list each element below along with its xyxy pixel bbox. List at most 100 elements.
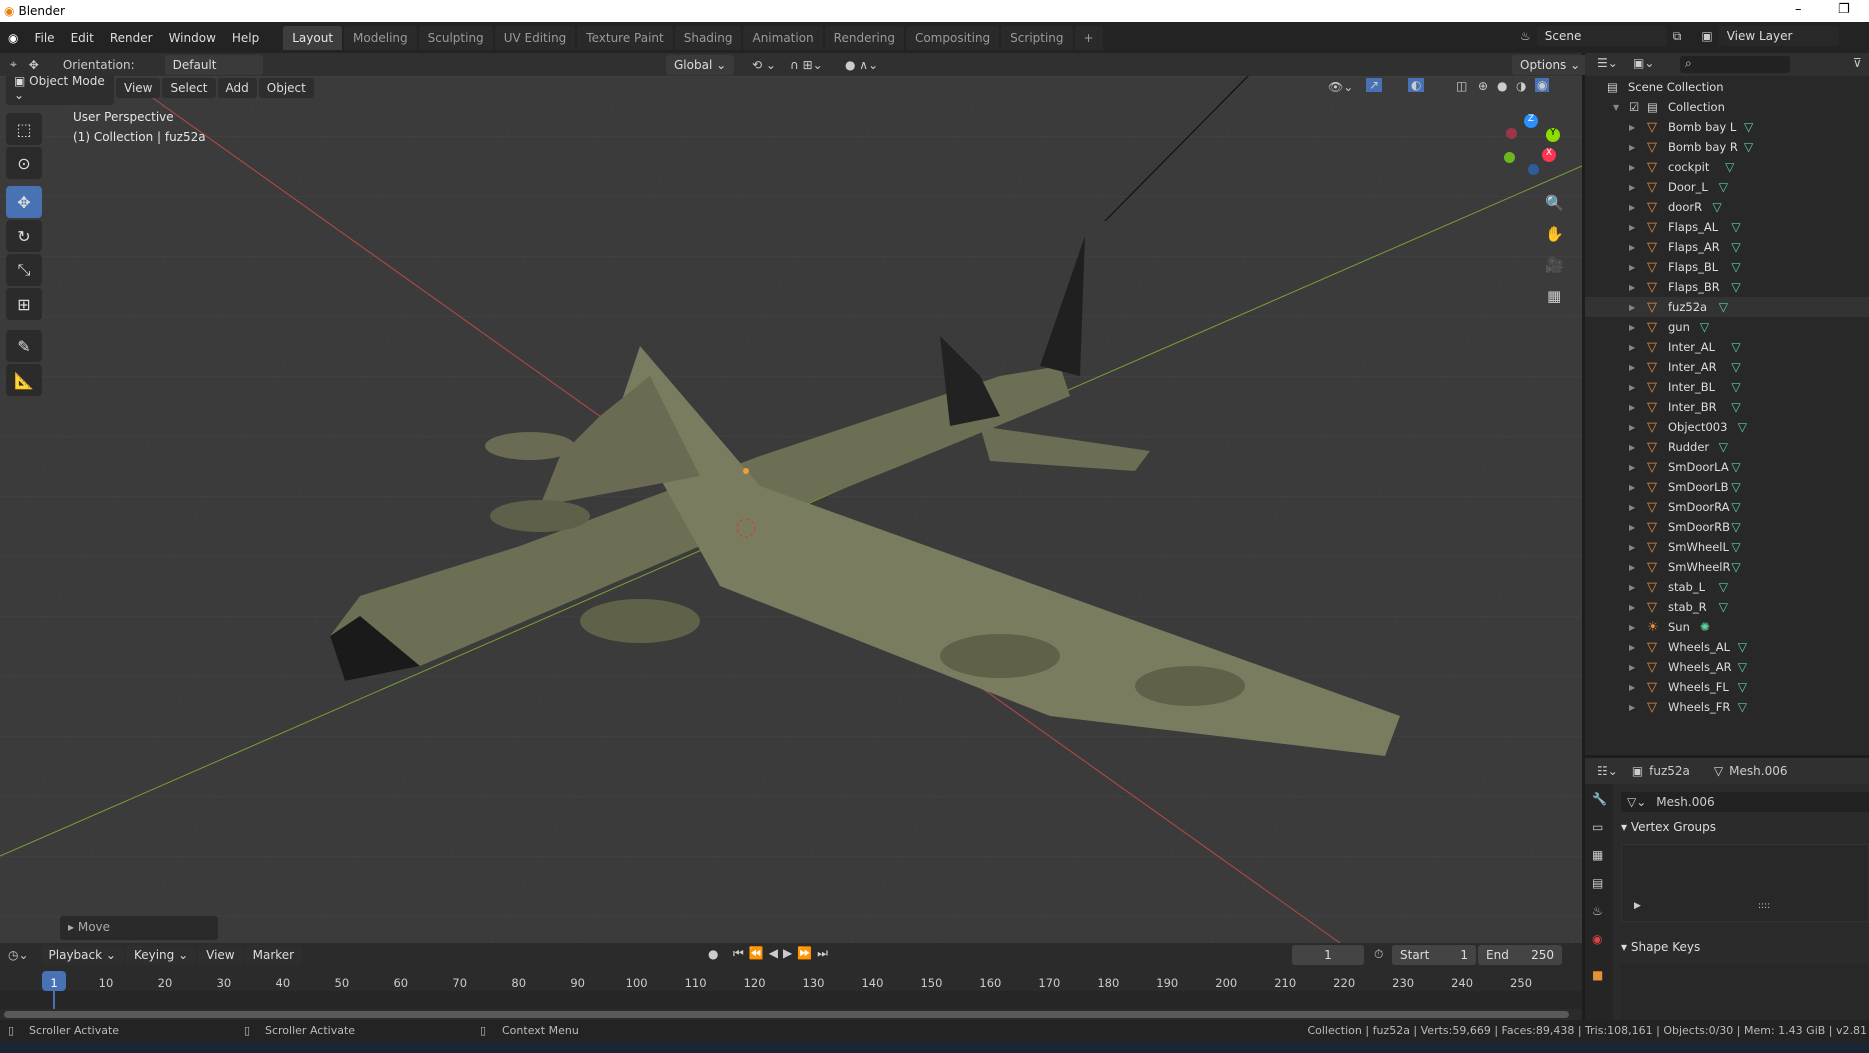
tab-scripting[interactable]: Scripting [1001,25,1073,50]
expand-icon[interactable]: ▶ [1629,463,1635,472]
editor-type-icon[interactable]: ◷⌄ [8,948,29,962]
measure-tool[interactable]: 📐 [6,364,42,396]
mesh-data-icon[interactable]: ▽ [1731,480,1740,494]
restore-button[interactable]: ❐ [1838,2,1850,17]
3d-viewport[interactable]: ▣ Object Mode ⌄ View Select Add Object 👁… [0,76,1582,943]
record-icon[interactable]: ● [708,947,718,961]
expand-icon[interactable]: ▶ [1629,583,1635,592]
outliner-item[interactable]: ▶ ▽ Flaps_BR ▽ [1585,277,1869,297]
transform-tool[interactable]: ⊞ [6,288,42,320]
outliner-item[interactable]: ▶ ▽ stab_L ▽ [1585,577,1869,597]
mesh-data-icon[interactable]: ▽ [1738,640,1747,654]
expand-icon[interactable]: ▶ [1629,303,1635,312]
new-scene-icon[interactable]: ⧉ [1673,29,1682,44]
view-layer-tab-icon[interactable]: ▤ [1592,876,1603,890]
expand-icon[interactable]: ▶ [1629,283,1635,292]
outliner-item[interactable]: ▶ ▽ fuz52a ▽ [1585,297,1869,317]
expand-icon[interactable]: ▶ [1629,223,1635,232]
light-data-icon[interactable]: ✺ [1700,620,1710,634]
blender-menu-icon[interactable]: ◉ [0,31,26,45]
mesh-data-icon[interactable]: ▽ [1731,500,1740,514]
playback-controls[interactable]: ⏮⏪◀▶⏩⏭ [733,946,833,961]
mesh-data-icon[interactable]: ▽ [1738,700,1747,714]
menu-keying[interactable]: Keying ⌄ [125,945,197,965]
mesh-datablock-field[interactable]: ▽⌄ Mesh.006 [1621,792,1869,812]
outliner-item[interactable]: ▶ ▽ Door_L ▽ [1585,177,1869,197]
menu-playback[interactable]: Playback ⌄ [40,945,124,965]
menu-file[interactable]: File [26,31,62,45]
outliner-item[interactable]: ▶ ▽ Flaps_BL ▽ [1585,257,1869,277]
outliner-item[interactable]: ▶ ▽ Wheels_AR ▽ [1585,657,1869,677]
expand-icon[interactable]: ▶ [1629,643,1635,652]
outliner-item[interactable]: ▶ ▽ SmDoorRB ▽ [1585,517,1869,537]
outliner-item[interactable]: ▶ ▽ stab_R ▽ [1585,597,1869,617]
gizmo-toggle-icon[interactable]: ↗ [1366,78,1383,92]
overlay-toggle-icon[interactable]: ◐ [1408,78,1425,92]
end-frame-field[interactable]: End 250 [1478,945,1562,965]
mesh-data-icon[interactable]: ▽ [1719,580,1728,594]
scale-tool[interactable]: ⤡ [6,254,42,286]
minimize-button[interactable]: – [1795,2,1802,17]
mesh-data-icon[interactable]: ▽ [1719,180,1728,194]
menu-window[interactable]: Window [161,31,224,45]
collection-row[interactable]: ▼ ☑ ▤ Collection [1585,97,1869,117]
expand-icon[interactable]: ▶ [1629,323,1635,332]
shape-keys-panel-header[interactable]: ▾ Shape Keys [1621,940,1700,954]
mesh-data-icon[interactable]: ▽ [1738,420,1747,434]
gizmo-y[interactable]: Y [1546,128,1560,142]
stopwatch-icon[interactable]: ⏱ [1374,947,1383,962]
rotate-tool[interactable]: ↻ [6,220,42,252]
mesh-data-icon[interactable]: ▽ [1738,680,1747,694]
expand-icon[interactable]: ▶ [1629,543,1635,552]
menu-marker[interactable]: Marker [244,945,303,965]
mesh-data-icon[interactable]: ▽ [1700,320,1709,334]
expand-icon[interactable]: ▶ [1629,363,1635,372]
expand-icon[interactable]: ▶ [1629,603,1635,612]
tab-sculpting[interactable]: Sculpting [418,25,493,50]
outliner-item[interactable]: ▶ ▽ Inter_AL ▽ [1585,337,1869,357]
expand-icon[interactable]: ▶ [1629,383,1635,392]
tool-tab-icon[interactable]: 🔧 [1592,792,1607,806]
rendered-shading-icon[interactable]: ◉ [1535,78,1550,92]
tab-animation[interactable]: Animation [743,25,823,50]
ortho-grid-icon[interactable]: ▦ [1547,287,1561,305]
timeline-scrollbar[interactable] [4,1011,1569,1018]
mesh-data-icon[interactable]: ▽ [1719,300,1728,314]
scene-tab-icon[interactable]: ♨ [1592,904,1603,918]
vertex-groups-list[interactable]: ▶:::: [1621,844,1869,922]
expand-icon[interactable]: ▶ [1629,663,1635,672]
options-dropdown[interactable]: Options ⌄ [1512,55,1589,75]
expand-icon[interactable]: ▶ [1629,403,1635,412]
menu-view[interactable]: View [116,78,161,98]
outliner-item[interactable]: ▶ ▽ SmDoorLA ▽ [1585,457,1869,477]
last-operator-panel[interactable]: ▸ Move [60,916,218,940]
outliner-item[interactable]: ▶ ▽ Rudder ▽ [1585,437,1869,457]
mesh-data-icon[interactable]: ▽ [1731,560,1740,574]
tab-rendering[interactable]: Rendering [824,25,904,50]
expand-icon[interactable]: ▶ [1629,523,1635,532]
select-box-tool[interactable]: ⬚ [6,113,42,145]
menu-view[interactable]: View [198,945,243,965]
list-resize-handle[interactable]: :::: [1758,901,1770,911]
expand-icon[interactable]: ▶ [1629,343,1635,352]
outliner-item[interactable]: ▶ ▽ cockpit ▽ [1585,157,1869,177]
expand-icon[interactable]: ▶ [1629,623,1635,632]
outliner-item[interactable]: ▶ ▽ Flaps_AR ▽ [1585,237,1869,257]
render-tab-icon[interactable]: ▭ [1592,820,1603,834]
menu-edit[interactable]: Edit [63,31,102,45]
mesh-data-icon[interactable]: ▽ [1731,260,1740,274]
expand-icon[interactable]: ▶ [1629,563,1635,572]
vertex-groups-panel-header[interactable]: ▾ Vertex Groups [1621,820,1716,834]
pan-hand-icon[interactable]: ✋ [1545,225,1564,243]
mesh-data-icon[interactable]: ▽ [1725,160,1734,174]
wireframe-shading-icon[interactable]: ⊕ [1478,79,1488,93]
navigation-gizmo[interactable]: Z Y X [1500,114,1564,178]
scene-collection-row[interactable]: ▤ Scene Collection [1585,77,1869,97]
mesh-data-icon[interactable]: ▽ [1731,240,1740,254]
filter-icon[interactable]: ⊽ [1853,56,1862,70]
gizmo-neg-y[interactable] [1504,152,1515,163]
snap-icon[interactable]: ∩ ⊞⌄ [790,58,823,72]
outliner-item[interactable]: ▶ ▽ SmWheelL ▽ [1585,537,1869,557]
world-tab-icon[interactable]: ◉ [1592,932,1602,946]
gizmo-x[interactable]: X [1542,148,1556,162]
